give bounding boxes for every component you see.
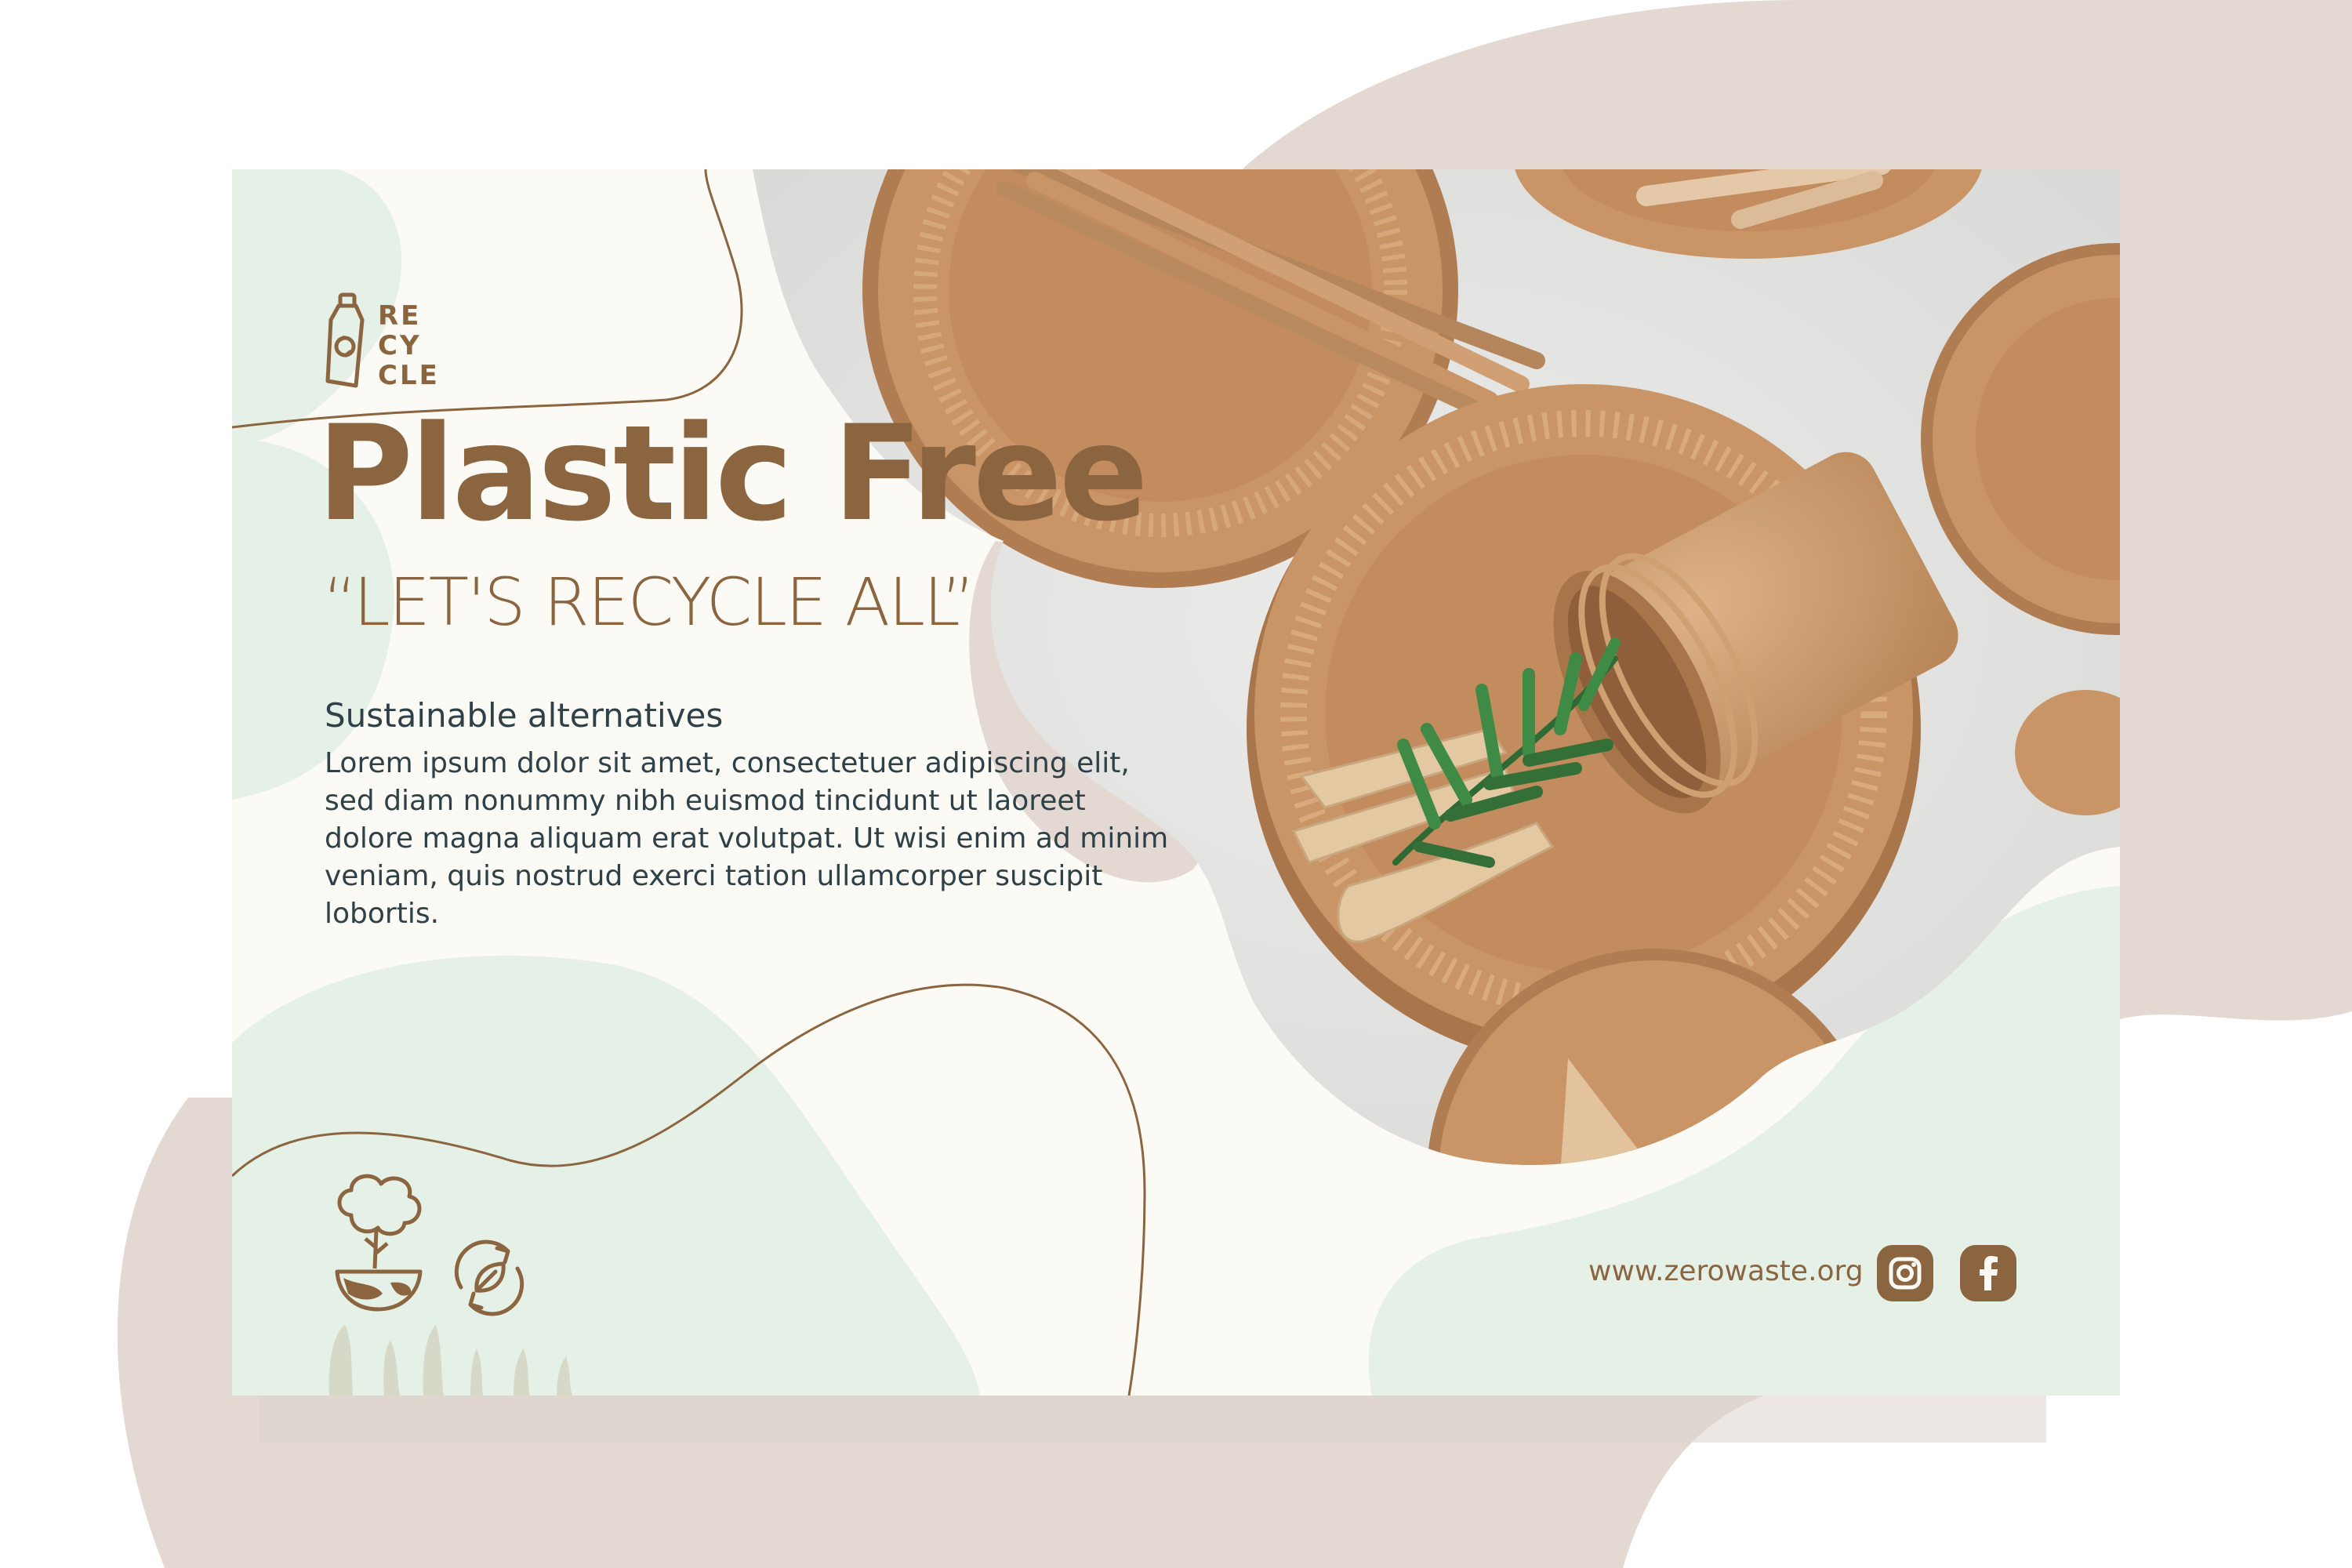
section-heading: Sustainable alternatives bbox=[325, 696, 724, 735]
website-link[interactable]: www.zerowaste.org bbox=[1588, 1258, 1864, 1286]
recycle-wordmark: RE CY CLE bbox=[378, 301, 440, 390]
recycle-word-part-1: RE bbox=[378, 300, 422, 332]
headline: Plastic Free bbox=[317, 397, 1149, 550]
tree-globe-icon bbox=[335, 1174, 423, 1312]
recycle-word-part-2: CY bbox=[378, 330, 422, 361]
facebook-icon bbox=[1980, 1256, 1998, 1290]
leaf-recycle-icon bbox=[454, 1240, 524, 1316]
instagram-button[interactable] bbox=[1877, 1245, 1933, 1301]
recycle-word-part-3: CLE bbox=[378, 360, 440, 391]
facebook-button[interactable] bbox=[1960, 1245, 2016, 1301]
instagram-icon bbox=[1889, 1257, 1922, 1290]
tagline: “LET'S RECYCLE ALL” bbox=[323, 564, 975, 641]
recycle-bottle-icon bbox=[325, 292, 365, 388]
body-text: Lorem ipsum dolor sit amet, consectetuer… bbox=[325, 747, 1169, 930]
